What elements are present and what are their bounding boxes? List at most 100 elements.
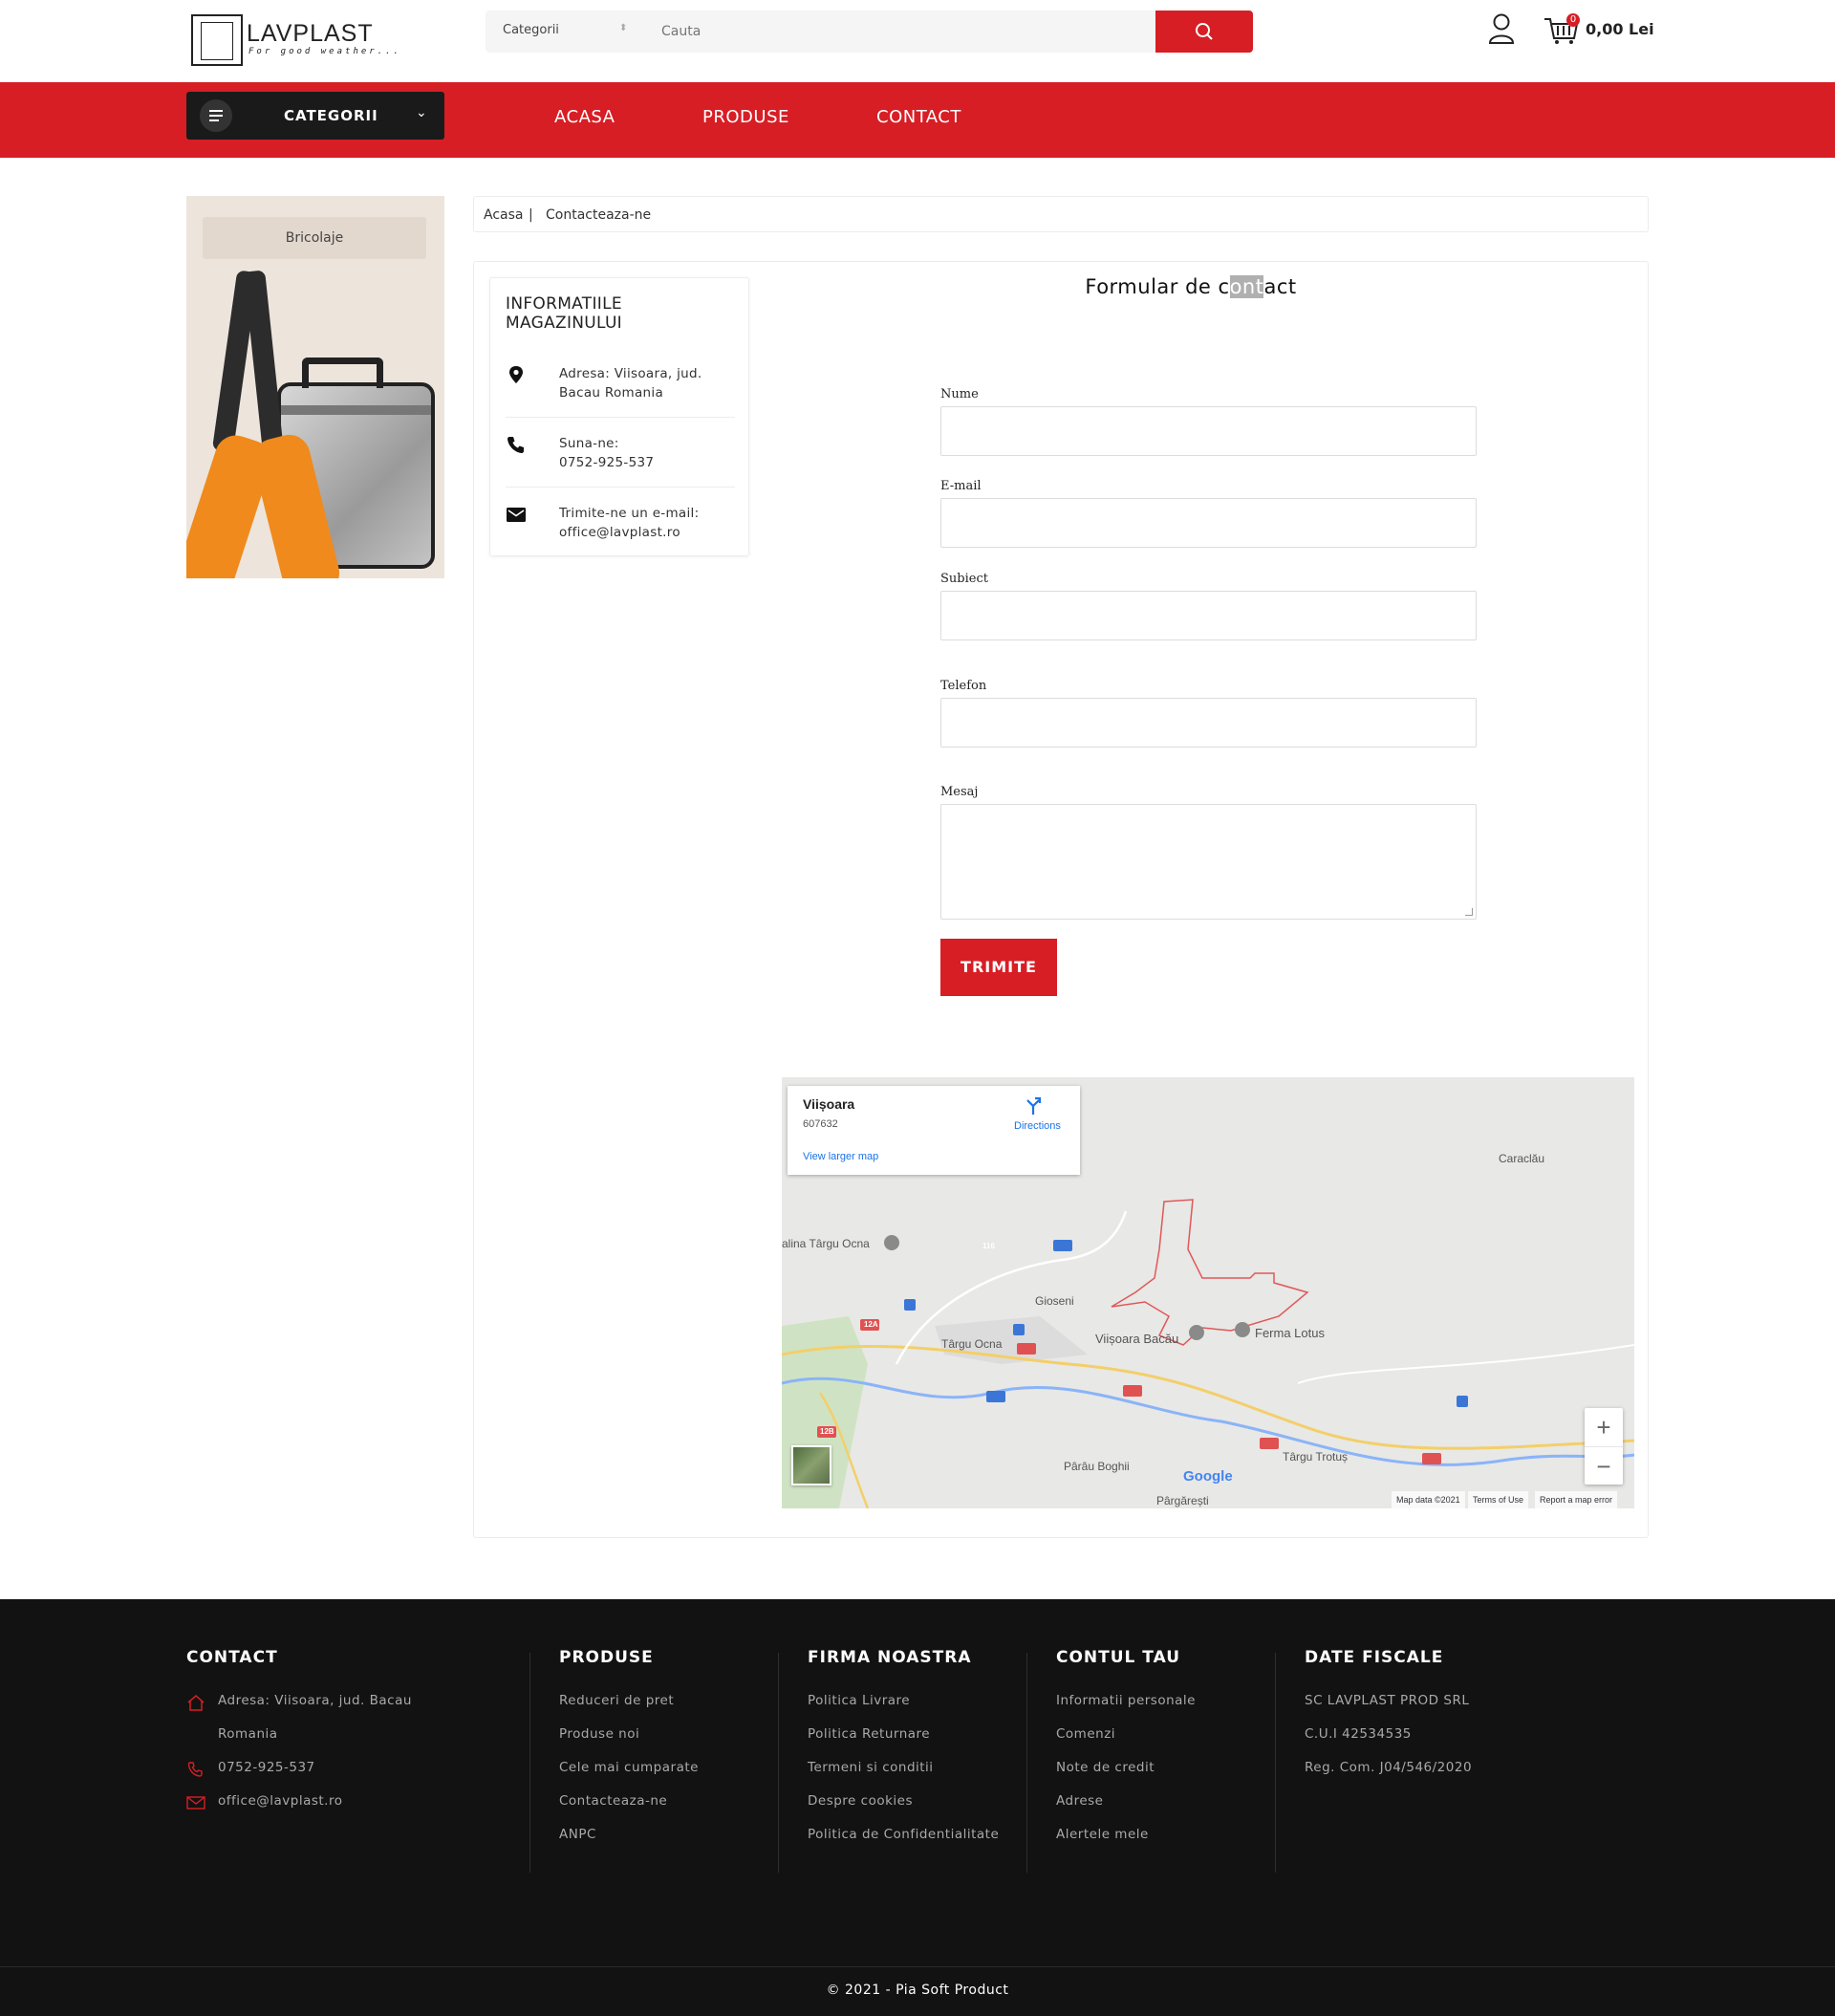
phone-field[interactable] (940, 698, 1477, 748)
footer-divider (1275, 1653, 1276, 1873)
page: LAVPLAST For good weather... Categorii ⬍… (0, 0, 1835, 2016)
fiscal-company: SC LAVPLAST PROD SRL (1305, 1693, 1470, 1708)
footer-link[interactable]: Reduceri de pret (559, 1684, 699, 1718)
nav-link-contact[interactable]: CONTACT (876, 107, 961, 127)
footer-produse: PRODUSE Reduceri de pret Produse noi Cel… (559, 1648, 699, 1852)
contact-form-title: Formular de contact (1085, 275, 1297, 298)
footer-firma-title: FIRMA NOASTRA (808, 1648, 972, 1667)
home-icon (187, 1695, 205, 1711)
main-nav: CATEGORII ⌄ ACASA PRODUSE CONTACT (0, 82, 1835, 158)
footer-link[interactable]: Alertele mele (1056, 1818, 1196, 1852)
store-email-label: Trimite-ne un e-mail: (559, 506, 700, 521)
footer-link[interactable]: Informatii personale (1056, 1684, 1196, 1718)
mail-icon (186, 1796, 205, 1810)
footer-link[interactable]: Contacteaza-ne (559, 1785, 699, 1818)
satellite-toggle[interactable] (791, 1445, 831, 1485)
site-footer: CONTACT Adresa: Viisoara, jud. Bacau Rom… (0, 1599, 1835, 2016)
report-map-error-link[interactable]: Report a map error (1535, 1491, 1618, 1508)
search-button[interactable] (1155, 11, 1253, 53)
map-label: Pârgărești (1156, 1494, 1209, 1507)
zoom-out-button[interactable]: − (1585, 1446, 1623, 1485)
footer-divider (529, 1653, 530, 1873)
subject-field[interactable] (940, 591, 1477, 640)
footer-email[interactable]: office@lavplast.ro (186, 1785, 412, 1818)
fiscal-cui: C.U.I 42534535 (1305, 1726, 1412, 1742)
terms-of-use-link[interactable]: Terms of Use (1468, 1491, 1529, 1508)
location-pin-icon (509, 366, 523, 383)
footer-link[interactable]: Termeni si conditii (808, 1751, 999, 1785)
store-phone-value[interactable]: 0752-925-537 (559, 453, 741, 472)
phone-icon (187, 1762, 203, 1777)
footer-address-line2: Romania (218, 1726, 278, 1742)
menu-icon (200, 99, 232, 132)
email-field[interactable] (940, 498, 1477, 548)
footer-phone[interactable]: 0752-925-537 (186, 1751, 412, 1785)
footer-fiscale-title: DATE FISCALE (1305, 1648, 1444, 1667)
user-icon[interactable] (1487, 12, 1516, 45)
store-email-value[interactable]: office@lavplast.ro (559, 523, 741, 542)
footer-link[interactable]: Politica de Confidentialitate (808, 1818, 999, 1852)
footer-contact-title: CONTACT (186, 1648, 278, 1667)
view-larger-map-link[interactable]: View larger map (803, 1151, 878, 1162)
message-textarea[interactable] (940, 804, 1477, 920)
map-label: Pârâu Boghii (1064, 1460, 1130, 1473)
footer-link[interactable]: Despre cookies (808, 1785, 999, 1818)
store-phone-label: Suna-ne: (559, 436, 619, 451)
search-input[interactable] (642, 11, 1158, 53)
store-info-card: INFORMATIILE MAGAZINULUI Adresa: Viisoar… (489, 277, 749, 556)
search-icon (1196, 23, 1213, 40)
resize-handle-icon[interactable] (1465, 908, 1473, 916)
footer-link[interactable]: Politica Returnare (808, 1718, 999, 1751)
site-logo[interactable]: LAVPLAST For good weather... (191, 14, 411, 68)
footer-fiscale: DATE FISCALE SC LAVPLAST PROD SRL C.U.I … (1305, 1648, 1472, 1785)
search-category-select[interactable]: Categorii (503, 23, 559, 37)
cart-total: 0,00 Lei (1586, 20, 1654, 38)
chevron-updown-icon[interactable]: ⬍ (619, 23, 633, 40)
categories-button[interactable]: CATEGORII ⌄ (186, 92, 444, 140)
google-logo: Google (1183, 1468, 1233, 1485)
map-label: alina Târgu Ocna (782, 1237, 870, 1250)
map-place-zip: 607632 (803, 1118, 838, 1130)
mail-icon (507, 508, 526, 522)
cart-count-badge: 0 (1566, 13, 1580, 27)
logo-name: LAVPLAST (247, 20, 374, 47)
directions-icon[interactable] (1023, 1095, 1044, 1116)
cart[interactable]: 0 0,00 Lei (1544, 11, 1654, 50)
embedded-map[interactable]: 116 12A 12B Caraclău alina Târgu Ocna Gi… (782, 1077, 1634, 1508)
footer-produse-title: PRODUSE (559, 1648, 654, 1667)
footer-link[interactable]: Cele mai cumparate (559, 1751, 699, 1785)
zoom-in-button[interactable]: + (1585, 1408, 1623, 1446)
directions-link[interactable]: Directions (1014, 1120, 1061, 1132)
map-label: Gioseni (1035, 1294, 1074, 1308)
category-banner[interactable]: Bricolaje (186, 196, 444, 578)
top-header: LAVPLAST For good weather... Categorii ⬍… (0, 0, 1835, 82)
breadcrumb-home[interactable]: Acasa (484, 207, 523, 223)
store-info-title: INFORMATIILE MAGAZINULUI (506, 294, 623, 333)
nav-link-produse[interactable]: PRODUSE (702, 107, 789, 127)
message-label: Mesaj (940, 785, 979, 799)
logo-tagline: For good weather... (248, 47, 401, 56)
copyright: © 2021 - Pia Soft Product (0, 1966, 1835, 2016)
road-badge: 12B (820, 1427, 834, 1436)
footer-link[interactable]: Politica Livrare (808, 1684, 999, 1718)
footer-link[interactable]: Produse noi (559, 1718, 699, 1751)
map-label: Caraclău (1499, 1152, 1545, 1165)
road-badge: 116 (982, 1242, 995, 1250)
chevron-down-icon: ⌄ (416, 105, 427, 120)
footer-link[interactable]: ANPC (559, 1818, 699, 1852)
contact-panel: INFORMATIILE MAGAZINULUI Adresa: Viisoar… (473, 261, 1649, 1538)
submit-button[interactable]: TRIMITE (940, 939, 1057, 996)
breadcrumb-separator: | (529, 207, 533, 223)
footer-link[interactable]: Comenzi (1056, 1718, 1196, 1751)
map-label: Târgu Ocna (941, 1337, 1003, 1351)
search-bar: Categorii ⬍ (486, 11, 1253, 53)
name-field[interactable] (940, 406, 1477, 456)
footer-link[interactable]: Adrese (1056, 1785, 1196, 1818)
nav-link-acasa[interactable]: ACASA (554, 107, 615, 127)
map-label: Târgu Trotuș (1283, 1450, 1349, 1463)
map-data-credit: Map data ©2021 (1392, 1491, 1465, 1508)
footer-link[interactable]: Note de credit (1056, 1751, 1196, 1785)
footer-divider (778, 1653, 779, 1873)
map-label: Viișoara Bacău (1095, 1332, 1179, 1346)
breadcrumb: Acasa | Contacteaza-ne (473, 196, 1649, 232)
